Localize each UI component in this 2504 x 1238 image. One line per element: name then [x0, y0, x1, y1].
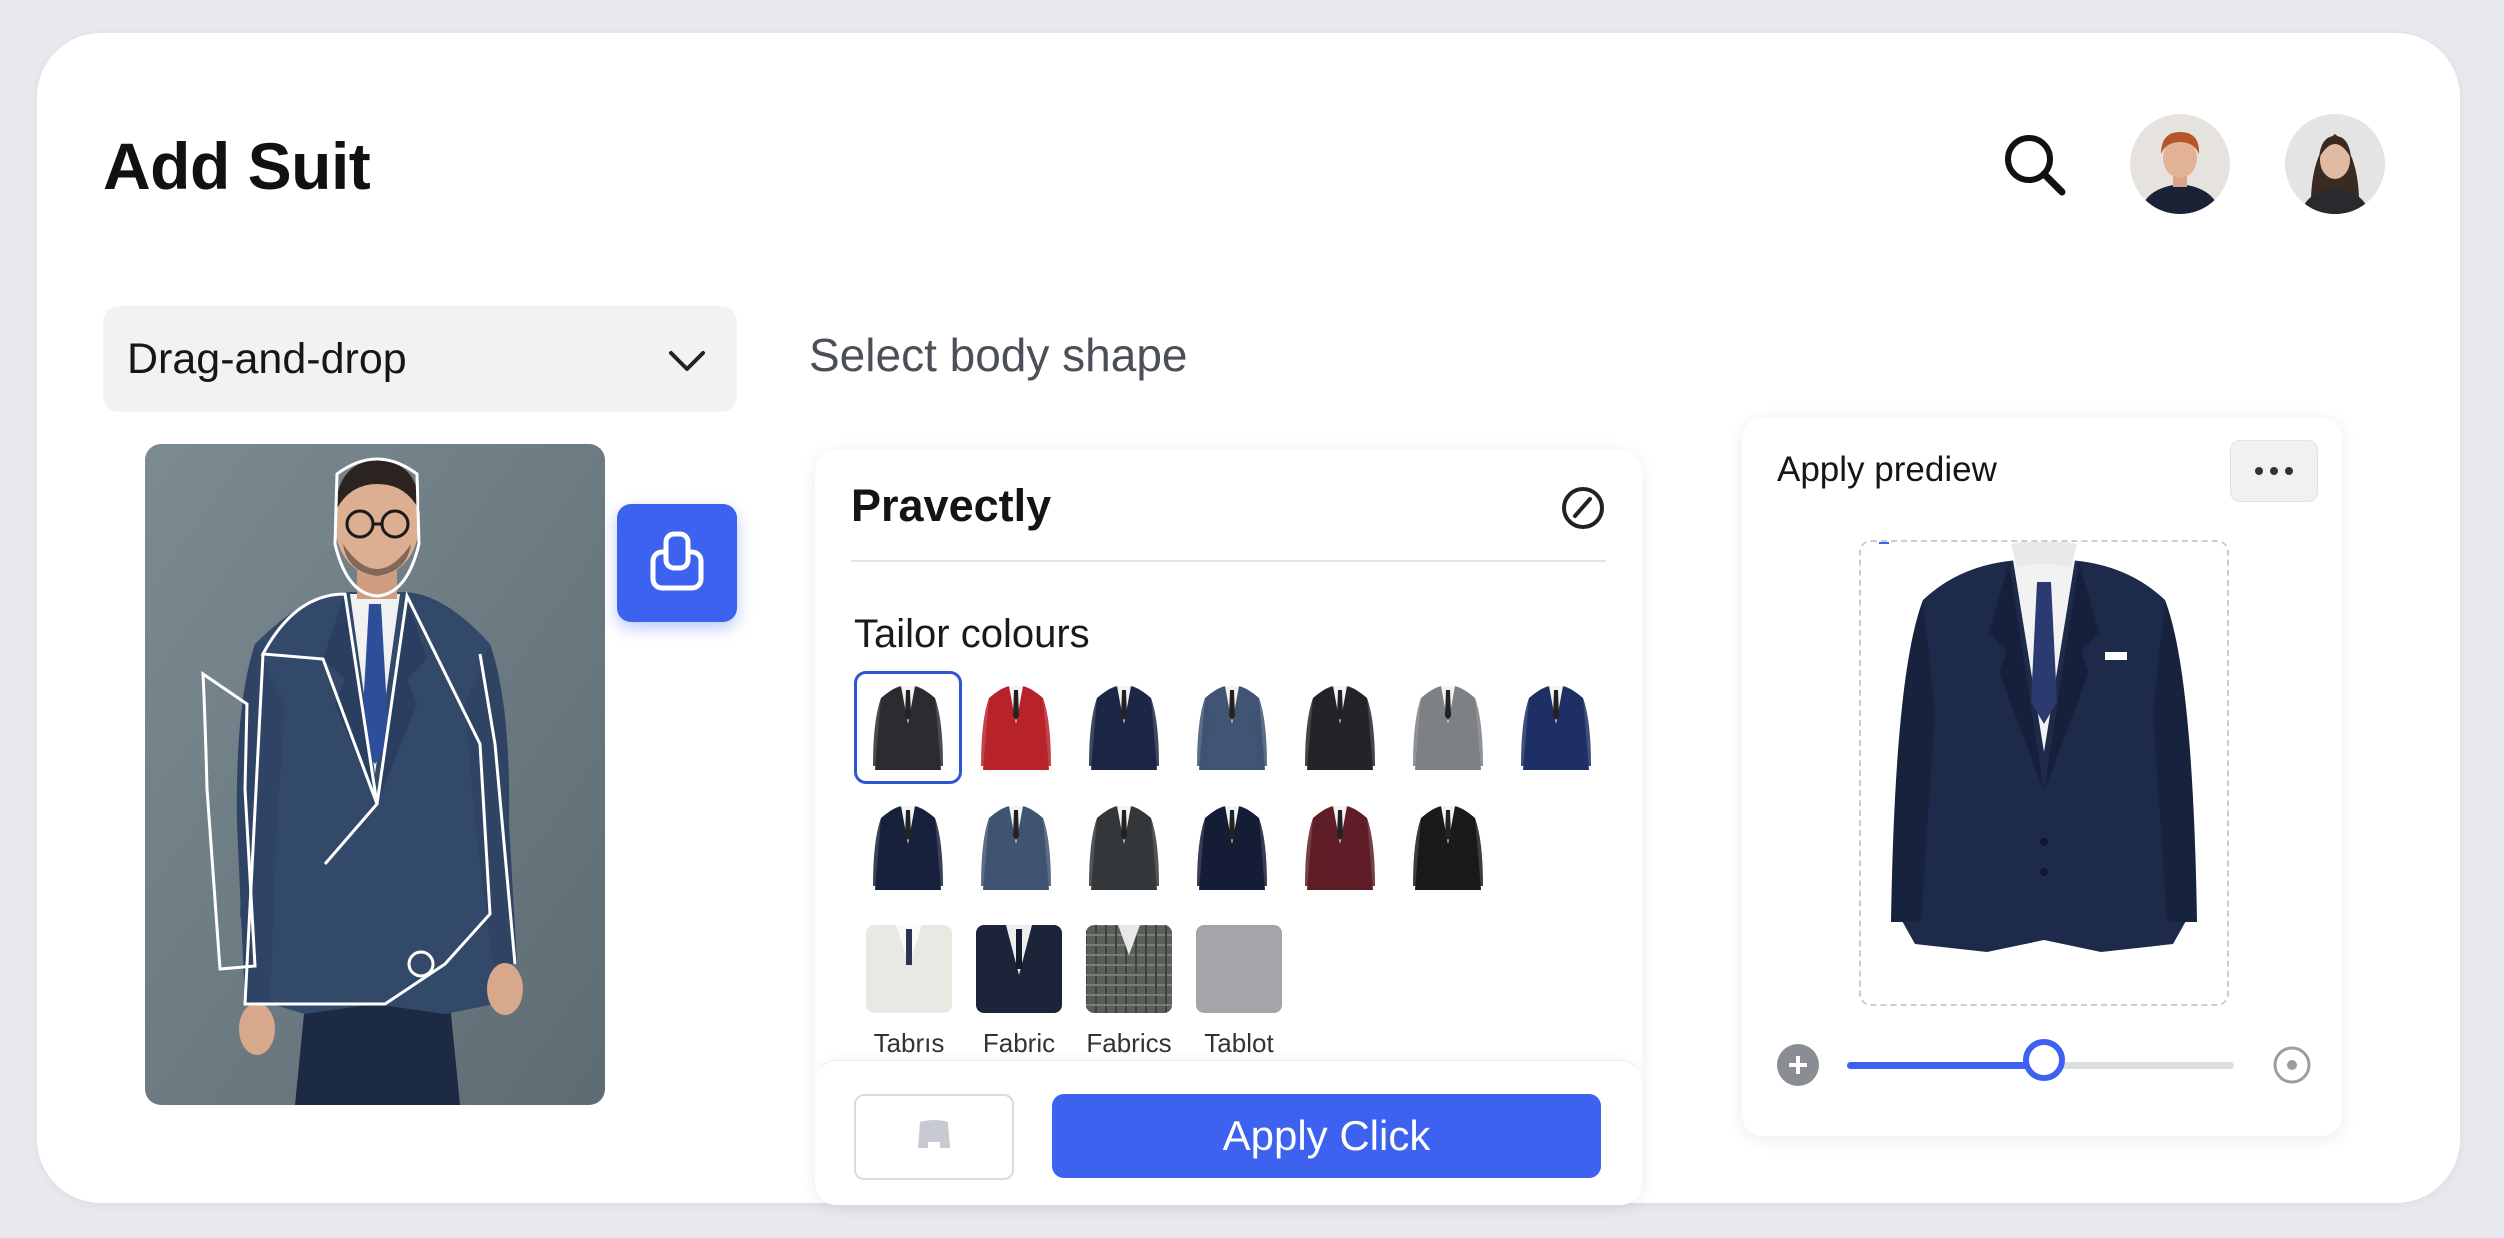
colour-swatch-midnight[interactable] — [854, 791, 962, 904]
zoom-slider-thumb[interactable] — [2023, 1039, 2065, 1081]
fabric-swatch-linen[interactable] — [866, 925, 952, 1013]
input-mode-dropdown[interactable]: Drag-and-drop — [103, 306, 737, 412]
chevron-down-icon — [665, 339, 709, 383]
fabric-label: Tablot — [1204, 1028, 1274, 1058]
preview-frame — [1859, 540, 2229, 1006]
user-avatar-female[interactable] — [2285, 114, 2385, 214]
jacket-preview-image — [1879, 540, 2197, 952]
zoom-out-button[interactable] — [1777, 1044, 1819, 1086]
colour-swatch-charcoal[interactable] — [854, 671, 962, 784]
fabric-label: Fabrics — [1086, 1028, 1172, 1058]
colour-swatch-navy[interactable] — [1070, 671, 1178, 784]
jacket-outline-icon — [914, 1118, 954, 1157]
colour-swatch-slate-blue[interactable] — [1178, 671, 1286, 784]
panel-footer: Apply Click — [815, 1060, 1642, 1205]
colour-swatch-dark-grey[interactable] — [1070, 791, 1178, 904]
colour-swatch-burgundy[interactable] — [1286, 791, 1394, 904]
reset-zoom-icon[interactable] — [2271, 1044, 2313, 1086]
colour-swatch-grey[interactable] — [1394, 671, 1502, 784]
colour-swatch-red[interactable] — [962, 671, 1070, 784]
page-title: Add Suit — [103, 129, 371, 203]
search-icon[interactable] — [1998, 128, 2072, 202]
upload-paste-button[interactable] — [617, 504, 737, 622]
user-avatar-male[interactable] — [2130, 114, 2230, 214]
more-horizontal-icon[interactable] — [2230, 440, 2318, 502]
uploaded-body-photo[interactable] — [145, 444, 605, 1105]
tailor-colours-label: Tailor colours — [854, 612, 1090, 656]
colour-swatch-black[interactable] — [1286, 671, 1394, 784]
preview-title: Apply prediew — [1777, 450, 1997, 489]
apply-button[interactable]: Apply Click — [1052, 1094, 1601, 1178]
colour-swatch-jet-black[interactable] — [1394, 791, 1502, 904]
preview-panel: Apply prediew — [1742, 418, 2342, 1136]
colour-swatch-steel-blue[interactable] — [962, 791, 1070, 904]
body-shape-label: Select body shape — [809, 329, 1188, 381]
slash-circle-icon[interactable] — [1559, 484, 1607, 532]
divider — [851, 560, 1606, 562]
panel-title: Pravectly — [851, 480, 1052, 531]
dropdown-selected-value: Drag-and-drop — [127, 334, 407, 383]
colour-swatch-royal-navy[interactable] — [1502, 671, 1610, 784]
fabric-label: Fabric — [982, 1028, 1056, 1058]
secondary-option-button[interactable] — [854, 1094, 1014, 1180]
colour-swatch-deep-navy[interactable] — [1178, 791, 1286, 904]
fabric-swatch-dark[interactable] — [976, 925, 1062, 1013]
clipboard-paste-icon — [647, 530, 707, 597]
tailor-options-panel: Pravectly Tailor colours Tabrıs Fabric Fab… — [815, 450, 1642, 1205]
zoom-slider-fill — [1847, 1062, 2044, 1069]
fabric-label: Tabrıs — [873, 1028, 945, 1058]
fabric-swatch-plaid[interactable] — [1086, 925, 1172, 1013]
fabric-swatch-grey[interactable] — [1196, 925, 1282, 1013]
